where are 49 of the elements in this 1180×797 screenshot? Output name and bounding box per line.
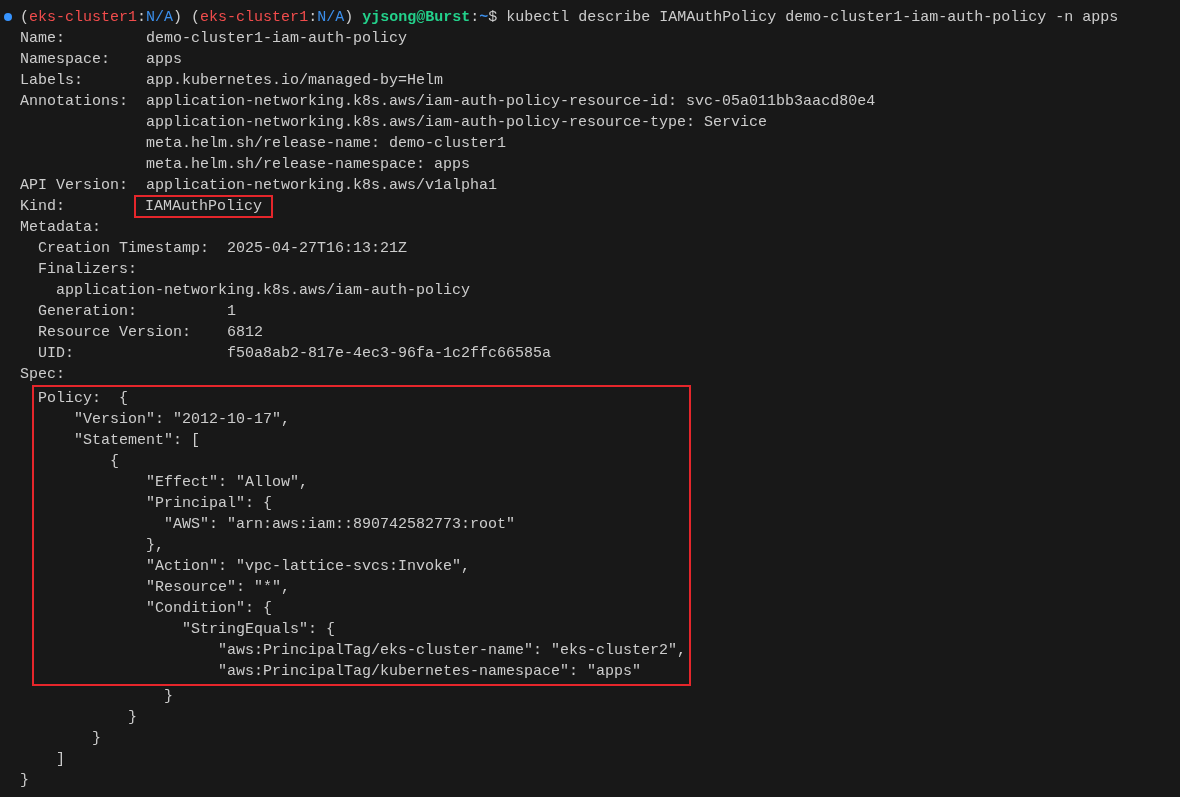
- field-label: Labels:: [20, 71, 84, 91]
- code-line: "StringEquals": {: [181, 620, 336, 640]
- field-label: Kind:: [20, 197, 66, 217]
- field-value: demo-cluster1-iam-auth-policy: [146, 29, 408, 49]
- code-line: }: [91, 729, 101, 749]
- section-label: Metadata:: [20, 218, 101, 238]
- code-line: {: [109, 452, 119, 472]
- code-line: ]: [55, 750, 65, 770]
- code-line: "aws:PrincipalTag/kubernetes-namespace": "apps": [217, 662, 642, 682]
- code-line: "AWS": "arn:aws:iam::890742582773:root": [163, 515, 516, 535]
- code-line: "Principal": {: [145, 494, 273, 514]
- code-line: "Resource": "*",: [145, 578, 291, 598]
- field-label: Finalizers:: [38, 260, 139, 280]
- highlighted-field-value: IAMAuthPolicy: [136, 197, 272, 216]
- code-line: "Effect": "Allow",: [145, 473, 309, 493]
- list-item-value: application-networking.k8s.aws/iam-auth-policy: [55, 281, 471, 301]
- code-line: "Condition": {: [145, 599, 273, 619]
- field-label: Policy:: [38, 389, 102, 409]
- status-dot-icon: [4, 13, 12, 21]
- section-label: Spec:: [20, 365, 65, 385]
- field-label: Annotations:: [20, 92, 130, 112]
- field-value: meta.helm.sh/release-namespace: apps: [146, 155, 471, 175]
- field-label: Resource Version:: [38, 323, 193, 343]
- field-value: 2025-04-27T16:13:21Z: [227, 239, 408, 259]
- code-line: "Statement": [: [73, 431, 201, 451]
- field-label: API Version:: [20, 176, 130, 196]
- code-line: "Version": "2012-10-17",: [73, 410, 291, 430]
- field-label: UID:: [38, 344, 75, 364]
- field-value: f50a8ab2-817e-4ec3-96fa-1c2ffc66585a: [227, 344, 552, 364]
- code-line: }: [163, 687, 174, 707]
- field-value: application-networking.k8s.aws/v1alpha1: [146, 176, 498, 196]
- field-value: meta.helm.sh/release-name: demo-cluster1: [146, 134, 507, 154]
- code-line: {: [119, 389, 128, 409]
- prompt-command-line: (eks-cluster1:N/A) (eks-cluster1:N/A) yjsong@Burst:~$ kubectl describe IAMAuthPolicy demo-cluster1-iam-auth-policy -n apps: [20, 8, 1119, 28]
- field-value: 1: [227, 302, 237, 322]
- field-value: apps: [146, 50, 183, 70]
- field-label: Name:: [20, 29, 66, 49]
- field-value: application-networking.k8s.aws/iam-auth-policy-resource-id: svc-05a011bb3aacd80e4: [146, 92, 876, 112]
- code-line: },: [145, 536, 165, 556]
- field-value: app.kubernetes.io/managed-by=Helm: [146, 71, 444, 91]
- code-line: "Action": "vpc-lattice-svcs:Invoke",: [145, 557, 471, 577]
- field-value: 6812: [227, 323, 264, 343]
- field-value: application-networking.k8s.aws/iam-auth-policy-resource-type: Service: [146, 113, 768, 133]
- code-line: }: [20, 771, 29, 791]
- code-line: }: [127, 708, 138, 728]
- code-line: "aws:PrincipalTag/eks-cluster-name": "eks-cluster2",: [217, 641, 687, 661]
- field-label: Creation Timestamp:: [38, 239, 211, 259]
- field-label: Namespace:: [20, 50, 111, 70]
- field-label: Generation:: [38, 302, 139, 322]
